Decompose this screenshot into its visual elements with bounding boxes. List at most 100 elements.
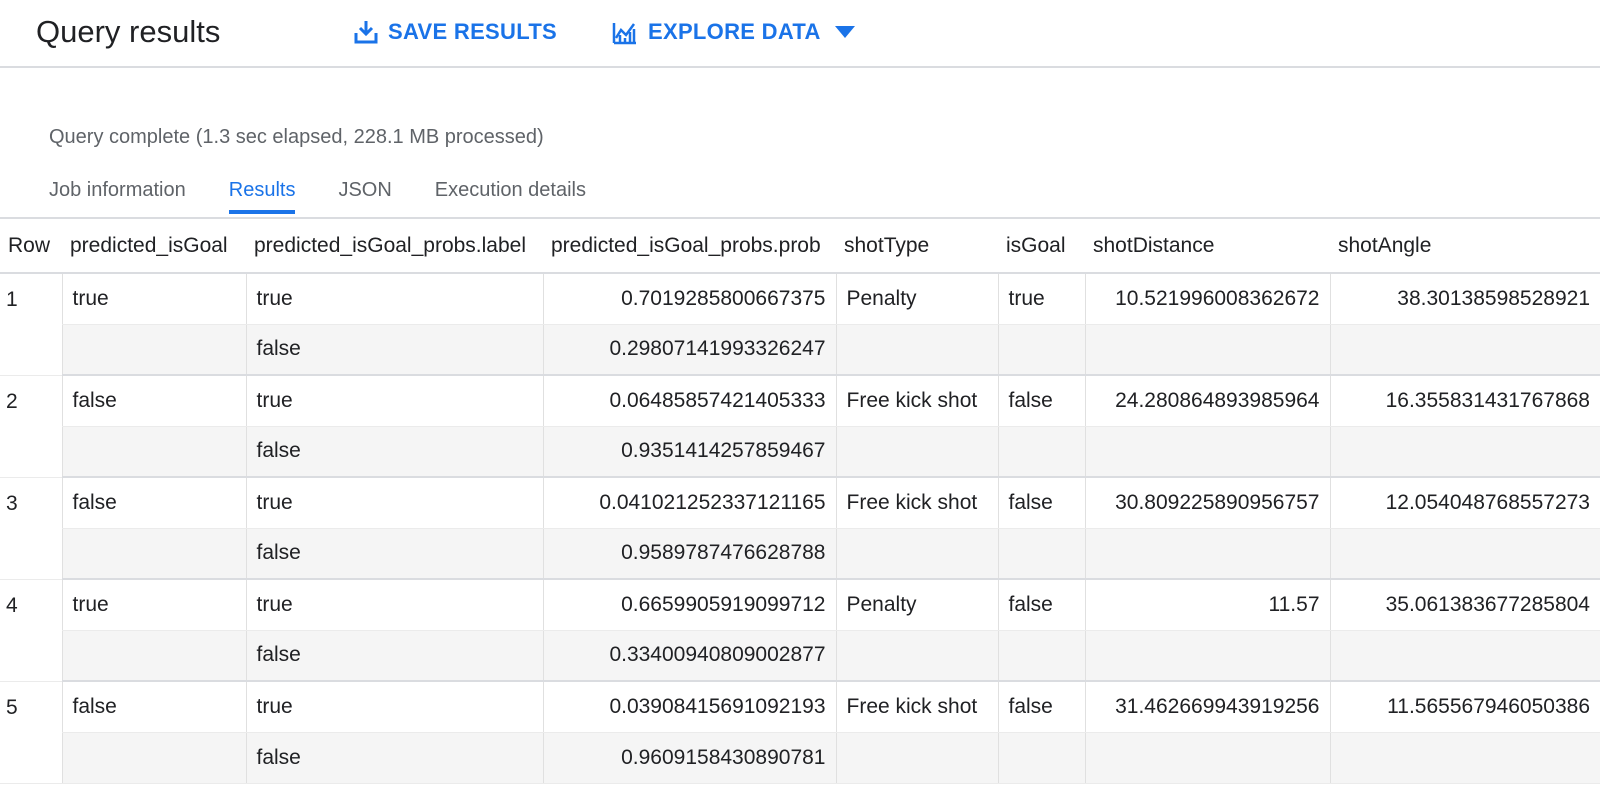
column-header-isgoal[interactable]: isGoal [998, 219, 1085, 274]
predicted-isgoal-cell: true [61, 579, 246, 631]
probs-label-cell: true [245, 681, 543, 733]
tab-json[interactable]: JSON [338, 170, 391, 214]
probs-prob-cell: 0.9351414257859467 [542, 426, 836, 478]
table-subrow: false 0.9609158430890781 [0, 732, 1600, 784]
table-subrow: false 0.33400940809002877 [0, 630, 1600, 682]
probs-prob-cell: 0.33400940809002877 [542, 630, 836, 682]
table-row: 5 false true 0.03908415691092193 Free ki… [0, 681, 1600, 784]
results-table-container[interactable]: Row predicted_isGoal predicted_isGoal_pr… [0, 217, 1600, 786]
row-number: 1 [0, 273, 62, 376]
save-results-label: SAVE RESULTS [388, 19, 558, 44]
tab-results[interactable]: Results [228, 170, 295, 214]
column-header-shotdistance[interactable]: shotDistance [1085, 219, 1330, 274]
empty-cell [61, 324, 246, 376]
column-header-shottype[interactable]: shotType [836, 219, 998, 274]
explore-data-button[interactable]: EXPLORE DATA [612, 14, 855, 50]
empty-cell [1329, 528, 1600, 580]
shottype-cell: Free kick shot [835, 681, 998, 733]
shottype-cell: Free kick shot [835, 375, 998, 427]
probs-label-cell: false [245, 630, 543, 682]
query-results-header: Query results SAVE RESULTS EXPLORE DATA [0, 0, 1600, 68]
empty-cell [61, 630, 246, 682]
shotdistance-cell: 30.809225890956757 [1084, 477, 1330, 529]
empty-cell [1329, 630, 1600, 682]
predicted-isgoal-cell: false [61, 375, 246, 427]
probs-prob-cell: 0.06485857421405333 [542, 375, 836, 427]
empty-cell [997, 528, 1085, 580]
chart-icon [612, 19, 638, 45]
predicted-isgoal-cell: false [61, 681, 246, 733]
shottype-cell: Penalty [835, 273, 998, 325]
probs-prob-cell: 0.9589787476628788 [542, 528, 836, 580]
probs-prob-cell: 0.29807141993326247 [542, 324, 836, 376]
shottype-cell: Free kick shot [835, 477, 998, 529]
empty-cell [997, 426, 1085, 478]
table-subrow: false 0.9351414257859467 [0, 426, 1600, 478]
column-header-row: Row [0, 219, 62, 274]
dropdown-arrow-icon[interactable] [834, 25, 855, 39]
empty-cell [61, 732, 246, 784]
probs-prob-cell: 0.041021252337121165 [542, 477, 836, 529]
probs-prob-cell: 0.7019285800667375 [542, 273, 836, 325]
shotangle-cell: 11.565567946050386 [1329, 681, 1600, 733]
isgoal-cell: false [997, 375, 1085, 427]
explore-data-label: EXPLORE DATA [648, 19, 821, 44]
probs-prob-cell: 0.9609158430890781 [542, 732, 836, 784]
shotangle-cell: 38.30138598528921 [1329, 273, 1600, 325]
probs-label-cell: false [245, 528, 543, 580]
empty-cell [1084, 630, 1330, 682]
column-header-predicted-isgoal[interactable]: predicted_isGoal [62, 219, 246, 274]
empty-cell [835, 630, 998, 682]
save-results-button[interactable]: SAVE RESULTS [354, 14, 557, 50]
empty-cell [835, 528, 998, 580]
table-row: 4 true true 0.6659905919099712 Penalty f… [0, 579, 1600, 682]
page-title: Query results [36, 14, 221, 49]
empty-cell [1084, 528, 1330, 580]
isgoal-cell: false [997, 579, 1085, 631]
shottype-cell: Penalty [835, 579, 998, 631]
table-subrow: false 0.9589787476628788 [0, 528, 1600, 580]
column-header-probs-label[interactable]: predicted_isGoal_probs.label [246, 219, 543, 274]
empty-cell [1084, 732, 1330, 784]
empty-cell [61, 426, 246, 478]
column-header-probs-prob[interactable]: predicted_isGoal_probs.prob [543, 219, 836, 274]
table-row: 1 true true 0.7019285800667375 Penalty t… [0, 273, 1600, 376]
empty-cell [835, 426, 998, 478]
empty-cell [1329, 324, 1600, 376]
isgoal-cell: true [997, 273, 1085, 325]
row-number: 2 [0, 375, 62, 478]
probs-label-cell: false [245, 324, 543, 376]
table-row: 2 false true 0.06485857421405333 Free ki… [0, 375, 1600, 478]
row-number: 4 [0, 579, 62, 682]
probs-label-cell: true [245, 579, 543, 631]
empty-cell [997, 324, 1085, 376]
probs-label-cell: false [245, 732, 543, 784]
empty-cell [1329, 732, 1600, 784]
probs-label-cell: true [245, 375, 543, 427]
tab-job-information[interactable]: Job information [49, 170, 186, 214]
empty-cell [1329, 426, 1600, 478]
row-number: 3 [0, 477, 62, 580]
empty-cell [1084, 324, 1330, 376]
shotdistance-cell: 31.462669943919256 [1084, 681, 1330, 733]
shotangle-cell: 16.355831431767868 [1329, 375, 1600, 427]
results-tabs: Job information Results JSON Execution d… [49, 170, 629, 214]
shotdistance-cell: 11.57 [1084, 579, 1330, 631]
tab-execution-details[interactable]: Execution details [435, 170, 586, 214]
isgoal-cell: false [997, 681, 1085, 733]
download-icon [354, 19, 378, 45]
column-header-shotangle[interactable]: shotAngle [1330, 219, 1600, 274]
empty-cell [997, 732, 1085, 784]
shotangle-cell: 35.061383677285804 [1329, 579, 1600, 631]
empty-cell [835, 732, 998, 784]
results-table: Row predicted_isGoal predicted_isGoal_pr… [0, 219, 1600, 784]
empty-cell [1084, 426, 1330, 478]
probs-label-cell: true [245, 477, 543, 529]
shotdistance-cell: 10.521996008362672 [1084, 273, 1330, 325]
probs-label-cell: true [245, 273, 543, 325]
isgoal-cell: false [997, 477, 1085, 529]
predicted-isgoal-cell: true [61, 273, 246, 325]
shotangle-cell: 12.054048768557273 [1329, 477, 1600, 529]
predicted-isgoal-cell: false [61, 477, 246, 529]
empty-cell [61, 528, 246, 580]
